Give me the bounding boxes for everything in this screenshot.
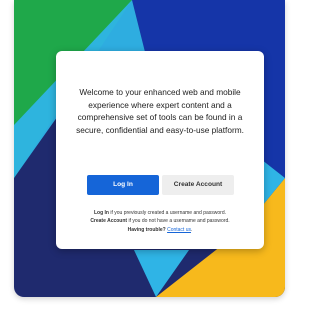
- help-line-create: Create Account if you do not have a user…: [66, 217, 254, 225]
- help-trouble-bold: Having trouble?: [127, 226, 166, 233]
- help-line-login: Log In if you previously created a usern…: [66, 209, 254, 217]
- create-account-button[interactable]: Create Account: [162, 175, 234, 195]
- background-frame: Welcome to your enhanced web and mobile …: [14, 0, 285, 297]
- contact-us-link[interactable]: Contact us: [167, 227, 191, 233]
- help-create-bold: Create Account: [90, 218, 128, 225]
- help-login-text: if you previously created a username and…: [108, 210, 226, 216]
- welcome-card: Welcome to your enhanced web and mobile …: [56, 51, 264, 249]
- help-line-trouble: Having trouble? Contact us.: [66, 226, 254, 234]
- help-text: Log In if you previously created a usern…: [66, 209, 254, 234]
- welcome-text: Welcome to your enhanced web and mobile …: [76, 87, 244, 136]
- login-button[interactable]: Log In: [87, 175, 159, 195]
- help-login-bold: Log In: [93, 210, 109, 216]
- help-create-text: if you do not have a username and passwo…: [127, 218, 230, 225]
- help-trouble-end: .: [190, 226, 193, 233]
